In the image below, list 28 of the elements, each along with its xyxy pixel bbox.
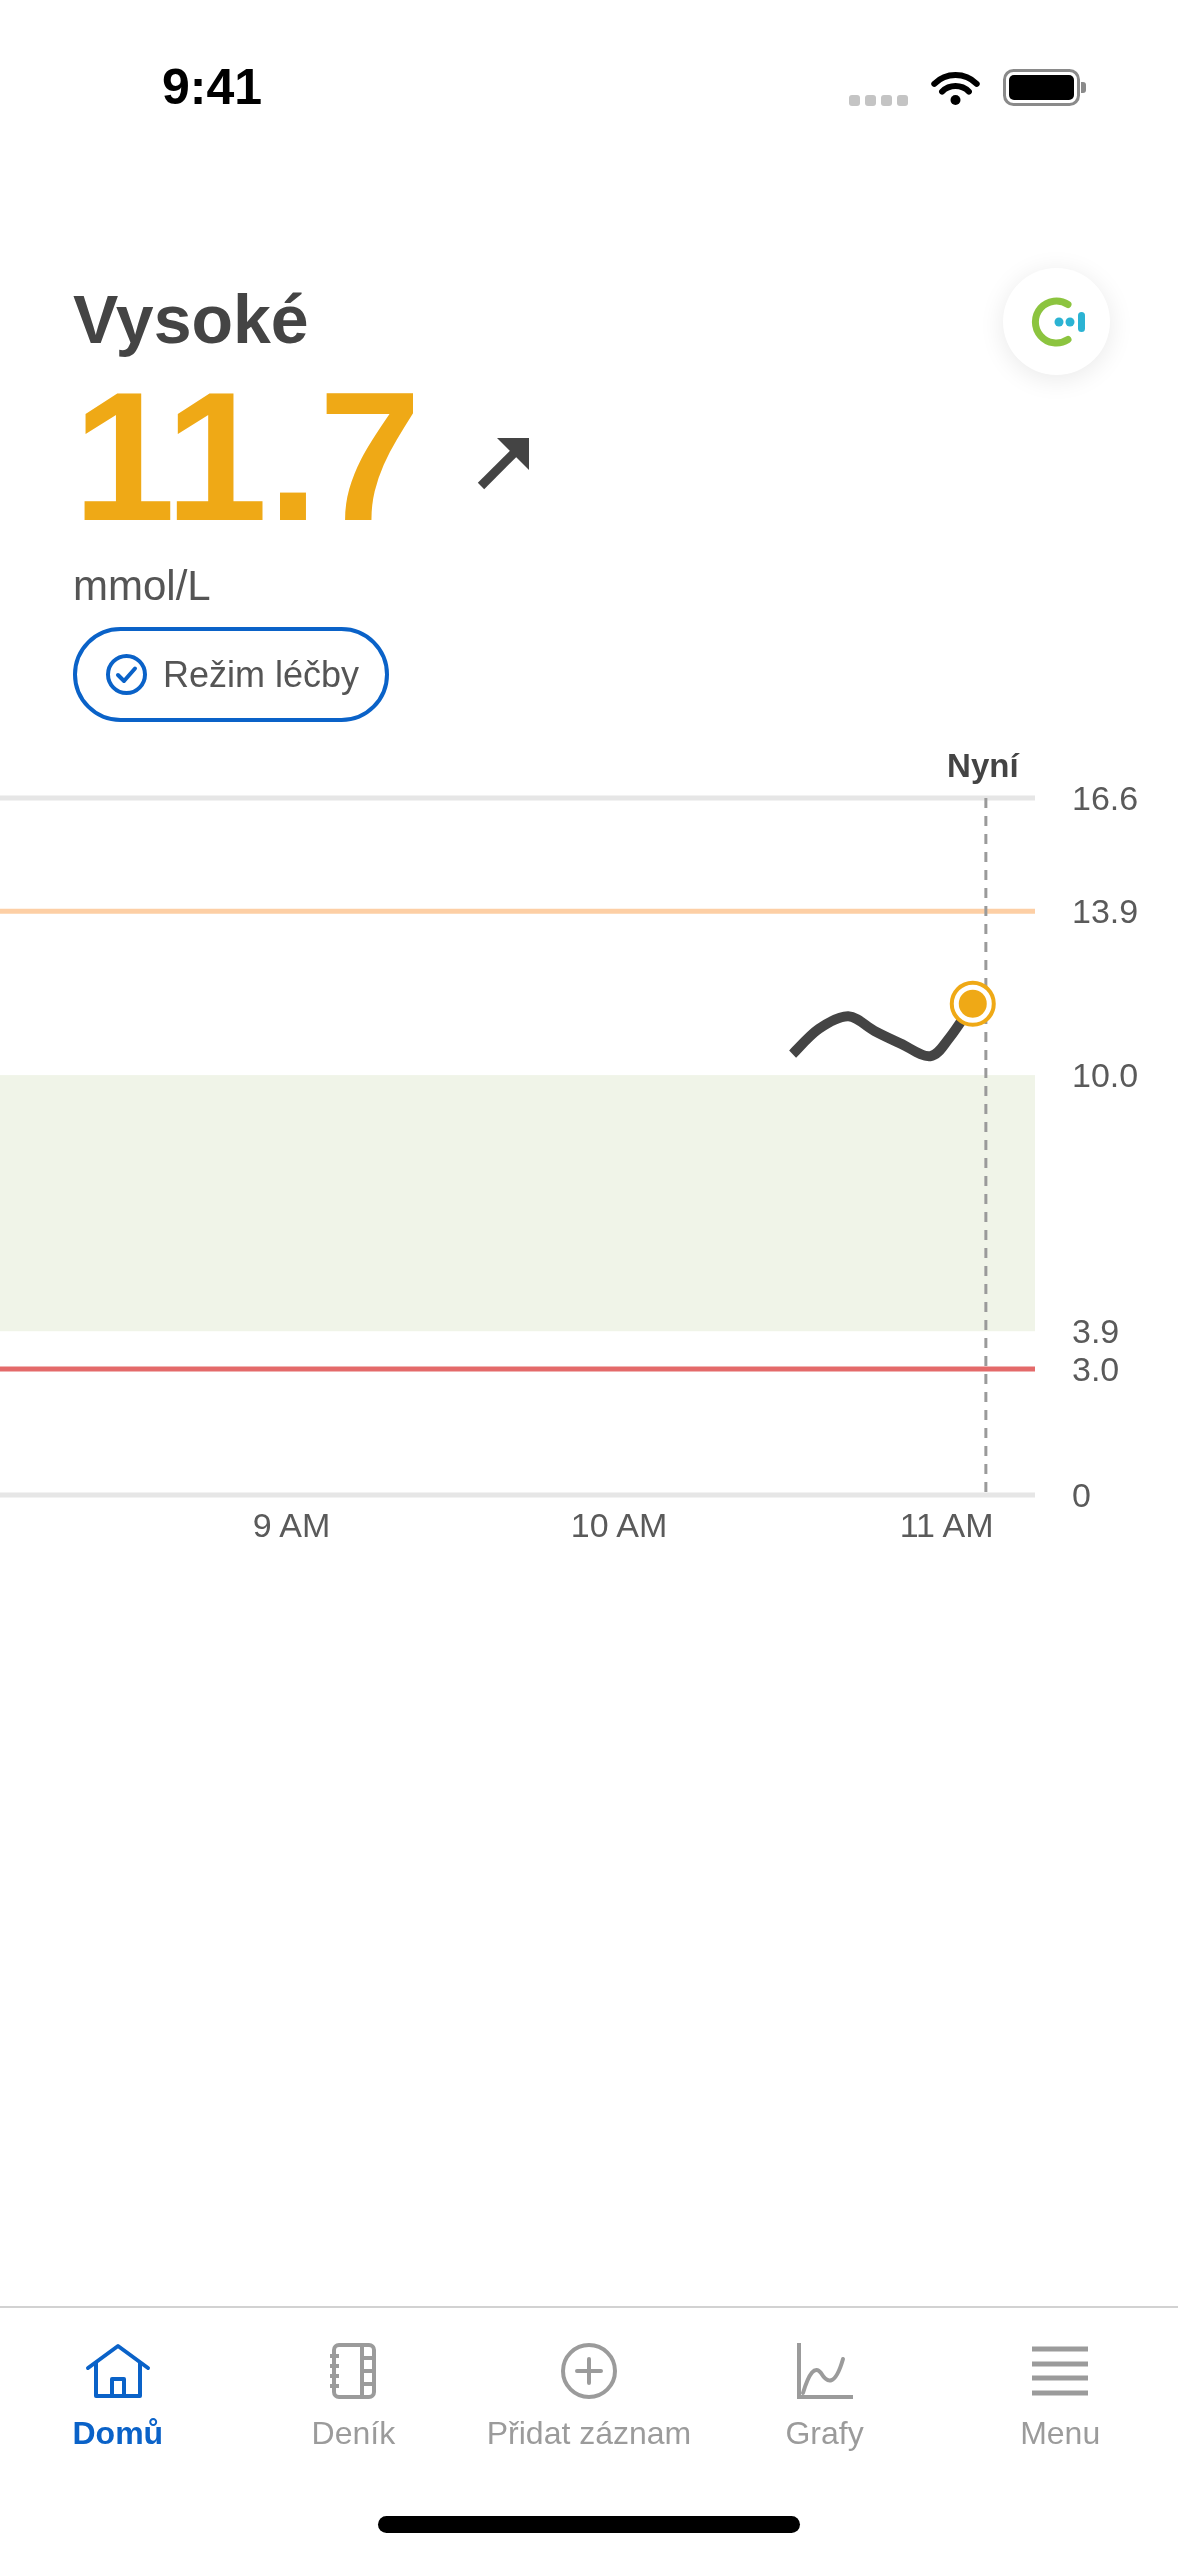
nav-tab[interactable]: Přidat záznam xyxy=(471,2343,707,2449)
y-axis-label: 10.0 xyxy=(1072,1056,1139,1095)
x-axis-label: 11 AM xyxy=(899,1506,994,1544)
unit-label: mmol/L xyxy=(73,566,211,606)
battery-icon xyxy=(1003,68,1086,106)
signal-icon xyxy=(849,94,908,106)
nav-tab[interactable]: Domů xyxy=(0,2343,236,2449)
now-label: Nyní xyxy=(947,746,1019,784)
x-axis-label: 10 AM xyxy=(570,1506,668,1544)
y-axis-label: 3.9 xyxy=(1072,1312,1120,1351)
y-axis-label: 16.6 xyxy=(1072,779,1139,817)
y-axis-label: 13.9 xyxy=(1072,892,1139,931)
check-circle-icon xyxy=(106,654,147,695)
glucose-value: 11.7 xyxy=(73,366,421,546)
nav-tab[interactable]: Deník xyxy=(235,2343,472,2449)
x-axis-label: 9 AM xyxy=(252,1506,331,1544)
treatment-mode-button[interactable]: Režim léčby xyxy=(73,627,390,722)
house-icon xyxy=(84,2343,151,2399)
y-axis-label: 3.0 xyxy=(1072,1350,1120,1389)
plus-circle-icon xyxy=(561,2343,617,2399)
logo-icon xyxy=(1030,294,1087,349)
status-time: 9:41 xyxy=(162,62,263,112)
notebook-icon xyxy=(328,2343,379,2399)
nav-tab[interactable]: Grafy xyxy=(706,2343,943,2449)
y-axis-label: 0 xyxy=(1072,1476,1091,1514)
nav-tab[interactable]: Menu xyxy=(942,2343,1178,2449)
diagonal-arrow-icon xyxy=(476,436,531,490)
line-chart-icon xyxy=(796,2343,853,2399)
